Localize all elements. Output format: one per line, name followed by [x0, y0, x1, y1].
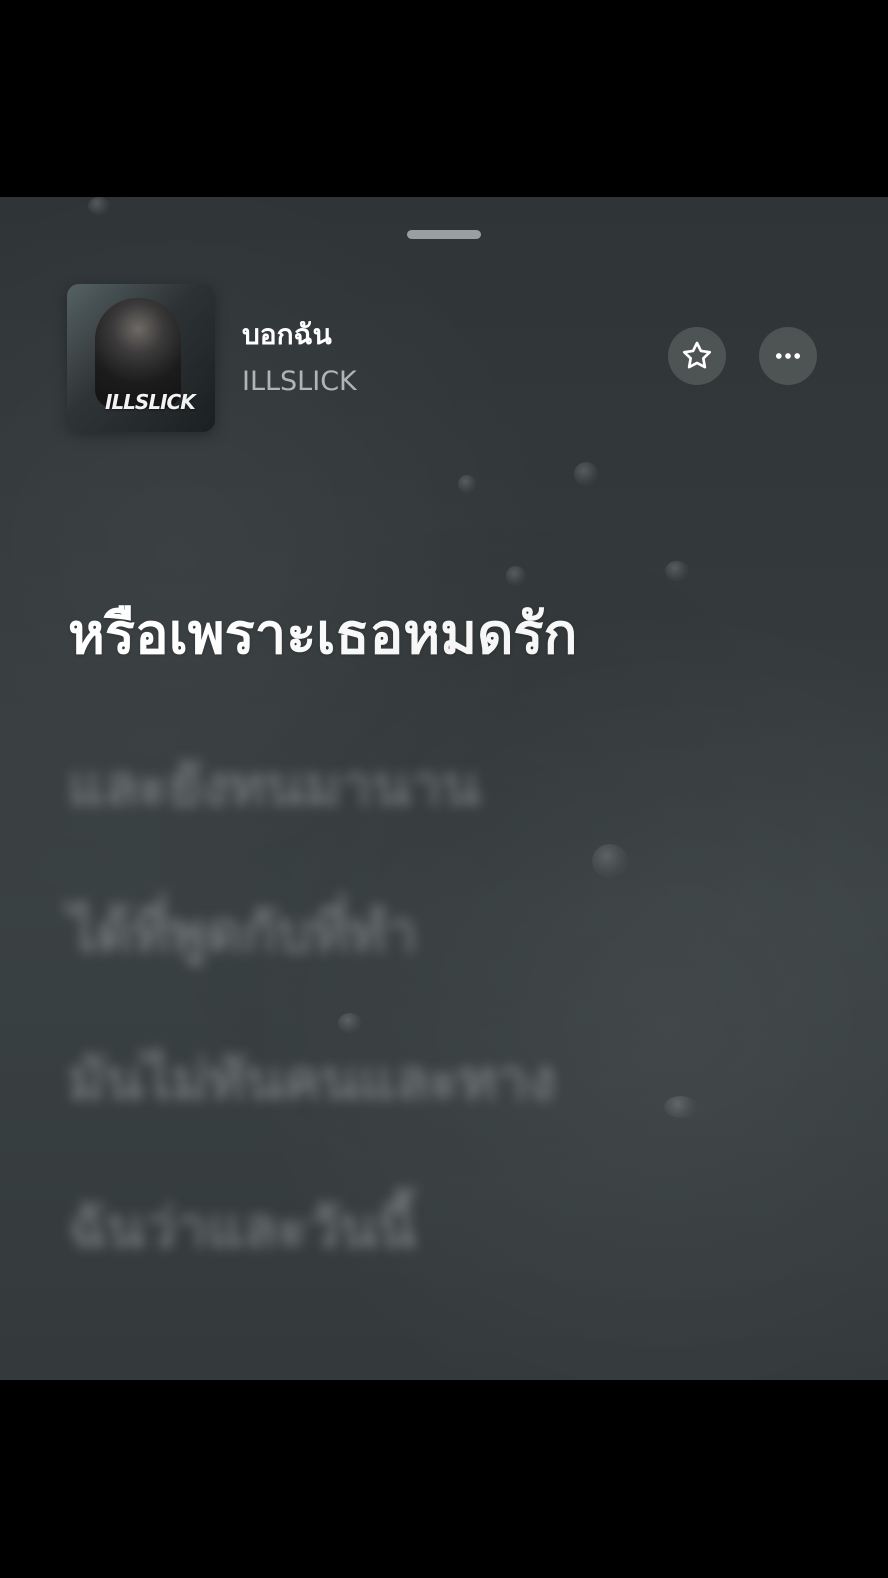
favorite-button[interactable] [668, 327, 726, 385]
more-horizontal-icon [771, 339, 805, 373]
star-icon [680, 339, 714, 373]
album-artwork[interactable]: ILLSLICK [67, 284, 215, 432]
more-button[interactable] [759, 327, 817, 385]
sheet-grabber[interactable] [407, 230, 481, 239]
artwork-logo: ILLSLICK [105, 390, 196, 414]
previous-lyric-line [70, 457, 590, 513]
upcoming-lyric-line[interactable]: และยังทนมานาน [68, 754, 480, 819]
lyrics-screen: ILLSLICK บอกฉัน ILLSLICK หรือเพราะเธอหมด… [0, 197, 888, 1380]
track-title: บอกฉัน [242, 318, 332, 351]
upcoming-lyric-line[interactable]: ฉันว่าและวันนี้ [68, 1196, 416, 1261]
upcoming-lyric-line[interactable]: มันไม่ทันคนและทาง [68, 1048, 555, 1113]
track-artist[interactable]: ILLSLICK [242, 368, 357, 395]
upcoming-lyric-line[interactable]: ได้ที่พูดกับที่ทำ [68, 900, 417, 965]
current-lyric-line[interactable]: หรือเพราะเธอหมดรัก [68, 602, 577, 667]
